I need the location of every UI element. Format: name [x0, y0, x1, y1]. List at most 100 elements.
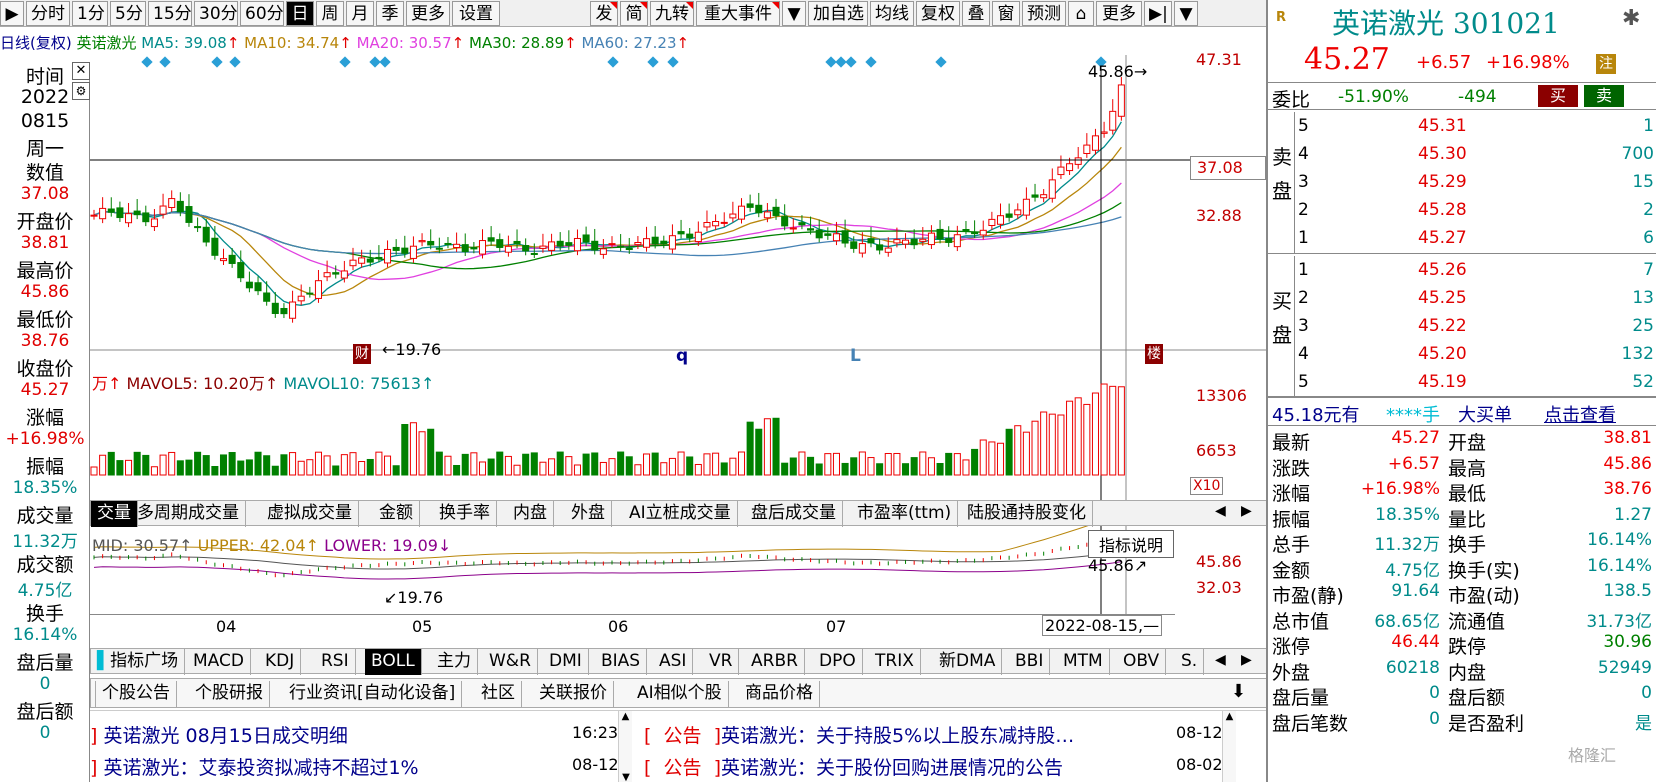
lou-flag[interactable]: 楼 — [1145, 344, 1163, 364]
finance-flag[interactable]: 财 — [353, 344, 371, 364]
order-level[interactable]: 4 45.20 132 — [1298, 344, 1654, 370]
tab-obv[interactable]: OBV — [1117, 649, 1167, 675]
sell-button[interactable]: 卖 — [1584, 85, 1624, 107]
tab-boll[interactable]: BOLL — [365, 649, 422, 675]
news-item-right[interactable]: [ 公告 ]英诺激光：关于股份回购进展情况的公告 — [644, 753, 1063, 780]
chevron-right-icon[interactable]: ▶ — [1241, 652, 1252, 668]
period-tab[interactable]: 60分 — [240, 1, 284, 26]
tab-kdj[interactable]: KDJ — [259, 649, 302, 675]
download-icon[interactable]: ⬇ — [1231, 681, 1246, 702]
lock-icon[interactable]: ⌂ — [1068, 1, 1094, 26]
period-tab[interactable]: 5分 — [110, 1, 146, 26]
period-tab[interactable]: 月 — [346, 1, 374, 26]
major-events-button[interactable]: 重大事件 — [696, 1, 780, 26]
tab-multi-volume[interactable]: 多周期成交量 — [131, 501, 246, 527]
order-level[interactable]: 5 45.19 52 — [1298, 372, 1654, 398]
order-level[interactable]: 2 45.25 13 — [1298, 288, 1654, 314]
tab-more-s[interactable]: S. — [1175, 649, 1205, 675]
chevron-down-icon[interactable]: ▼ — [782, 1, 806, 26]
tab-rsi[interactable]: RSI — [315, 649, 356, 675]
forecast-button[interactable]: 预测 — [1022, 1, 1066, 26]
period-tab-active[interactable]: 日 — [286, 1, 314, 26]
tab-zhuli[interactable]: 主力 — [431, 649, 478, 675]
scrollbar[interactable]: ▲ ▼ — [618, 711, 632, 782]
period-tab[interactable]: 分时 — [26, 1, 70, 26]
settings-button[interactable]: 设置 — [452, 1, 500, 26]
gear-icon[interactable]: ✱ — [1622, 6, 1640, 31]
tab-inner[interactable]: 内盘 — [507, 501, 554, 527]
chevron-left-icon[interactable]: ◀ — [1215, 503, 1226, 519]
news-tabs: 个股公告 个股研报 行业资讯[自动化设备] 社区 关联报价 AI相似个股 商品价… — [90, 678, 1270, 708]
tab-hk-holding[interactable]: 陆股通持股变化 — [961, 501, 1093, 527]
news-item-right[interactable]: [ 公告 ]英诺激光：关于持股5%以上股东减持股… — [644, 721, 1074, 748]
chevron-left-icon[interactable]: ◀ — [1215, 652, 1226, 668]
tab-pe-ttm[interactable]: 市盈率(ttm) — [851, 501, 959, 527]
ma-button[interactable]: 均线 — [870, 1, 914, 26]
tab-indicator-square[interactable]: ▌指标广场 — [91, 649, 186, 675]
tab-mtm[interactable]: MTM — [1057, 649, 1110, 675]
tab-related-quotes[interactable]: 关联报价 — [533, 681, 614, 707]
tab-industry-news[interactable]: 行业资讯[自动化设备] — [283, 681, 463, 707]
tab-vr[interactable]: VR — [703, 649, 740, 675]
tab-bbi[interactable]: BBI — [1009, 649, 1051, 675]
period-tab[interactable]: 季 — [376, 1, 404, 26]
more-button[interactable]: 更多 — [406, 1, 450, 26]
tab-research[interactable]: 个股研报 — [189, 681, 270, 707]
order-level[interactable]: 4 45.30 700 — [1298, 144, 1654, 170]
tab-commodity[interactable]: 商品价格 — [739, 681, 820, 707]
add-watchlist-button[interactable]: 加自选 — [808, 1, 868, 26]
tab-macd[interactable]: MACD — [187, 649, 251, 675]
order-level[interactable]: 1 45.26 7 — [1298, 260, 1654, 286]
tab-virtual-volume[interactable]: 虚拟成交量 — [261, 501, 359, 527]
candle-body — [1040, 194, 1048, 199]
tab-bias[interactable]: BIAS — [595, 649, 648, 675]
order-level[interactable]: 3 45.22 25 — [1298, 316, 1654, 342]
volume-bar — [772, 417, 780, 476]
gear-icon[interactable]: ⚙ — [72, 82, 90, 100]
tab-ai-volume[interactable]: AI立桩成交量 — [623, 501, 738, 527]
tab-turnover[interactable]: 换手率 — [433, 501, 497, 527]
buy-button[interactable]: 买 — [1538, 85, 1578, 107]
order-level[interactable]: 3 45.29 15 — [1298, 172, 1654, 198]
toolbar-fa-button[interactable]: 发 — [590, 1, 618, 26]
news-item-left[interactable]: ] 英诺激光：艾泰投资拟减持不超过1% — [90, 753, 419, 780]
tab-trix[interactable]: TRIX — [869, 649, 921, 675]
scrollbar[interactable]: ▲ — [1222, 711, 1236, 782]
order-level[interactable]: 5 45.31 1 — [1298, 116, 1654, 142]
tab-wr[interactable]: W&R — [483, 649, 538, 675]
window-button[interactable]: 窗 — [992, 1, 1020, 26]
overlay-button[interactable]: 叠 — [962, 1, 990, 26]
news-item-left[interactable]: ] 英诺激光 08月15日成交明细 — [90, 721, 348, 748]
tab-after-volume[interactable]: 盘后成交量 — [745, 501, 843, 527]
tab-dpo[interactable]: DPO — [813, 649, 863, 675]
candle-body — [211, 237, 219, 256]
big-order-row[interactable]: 45.18元有 ****手 大买单 点击查看 — [1268, 400, 1656, 426]
close-icon[interactable]: ✕ — [72, 62, 90, 80]
period-tab[interactable]: 30分 — [194, 1, 238, 26]
indicator-help-button[interactable]: 指标说明 — [1088, 530, 1175, 558]
tab-community[interactable]: 社区 — [475, 681, 522, 707]
view-link[interactable]: 点击查看 — [1544, 401, 1616, 427]
toolbar-jiuzhuan-button[interactable]: 九转 — [650, 1, 694, 26]
tab-announcements[interactable]: 个股公告 — [95, 681, 177, 707]
tab-outer[interactable]: 外盘 — [565, 501, 612, 527]
skip-icon[interactable]: ▶| — [1144, 1, 1172, 26]
period-tab[interactable]: 1分 — [72, 1, 108, 26]
tab-asi[interactable]: ASI — [653, 649, 694, 675]
more-button-2[interactable]: 更多 — [1096, 1, 1142, 26]
tab-arbr[interactable]: ARBR — [745, 649, 805, 675]
tab-amount[interactable]: 金额 — [373, 501, 420, 527]
tab-new-dma[interactable]: 新DMA — [933, 649, 1003, 675]
chevron-down-icon[interactable]: ▼ — [1174, 1, 1198, 26]
adjust-button[interactable]: 复权 — [916, 1, 960, 26]
order-level[interactable]: 1 45.27 6 — [1298, 228, 1654, 254]
tab-ai-similar[interactable]: AI相似个股 — [631, 681, 729, 707]
period-tab[interactable]: 15分 — [148, 1, 192, 26]
toolbar-jian-button[interactable]: 简 — [620, 1, 648, 26]
period-tab[interactable]: 周 — [316, 1, 344, 26]
note-badge[interactable]: 注 — [1596, 54, 1616, 74]
tab-dmi[interactable]: DMI — [543, 649, 589, 675]
collapse-icon[interactable]: ▶ — [0, 1, 24, 26]
order-level[interactable]: 2 45.28 2 — [1298, 200, 1654, 226]
chevron-right-icon[interactable]: ▶ — [1241, 503, 1252, 519]
